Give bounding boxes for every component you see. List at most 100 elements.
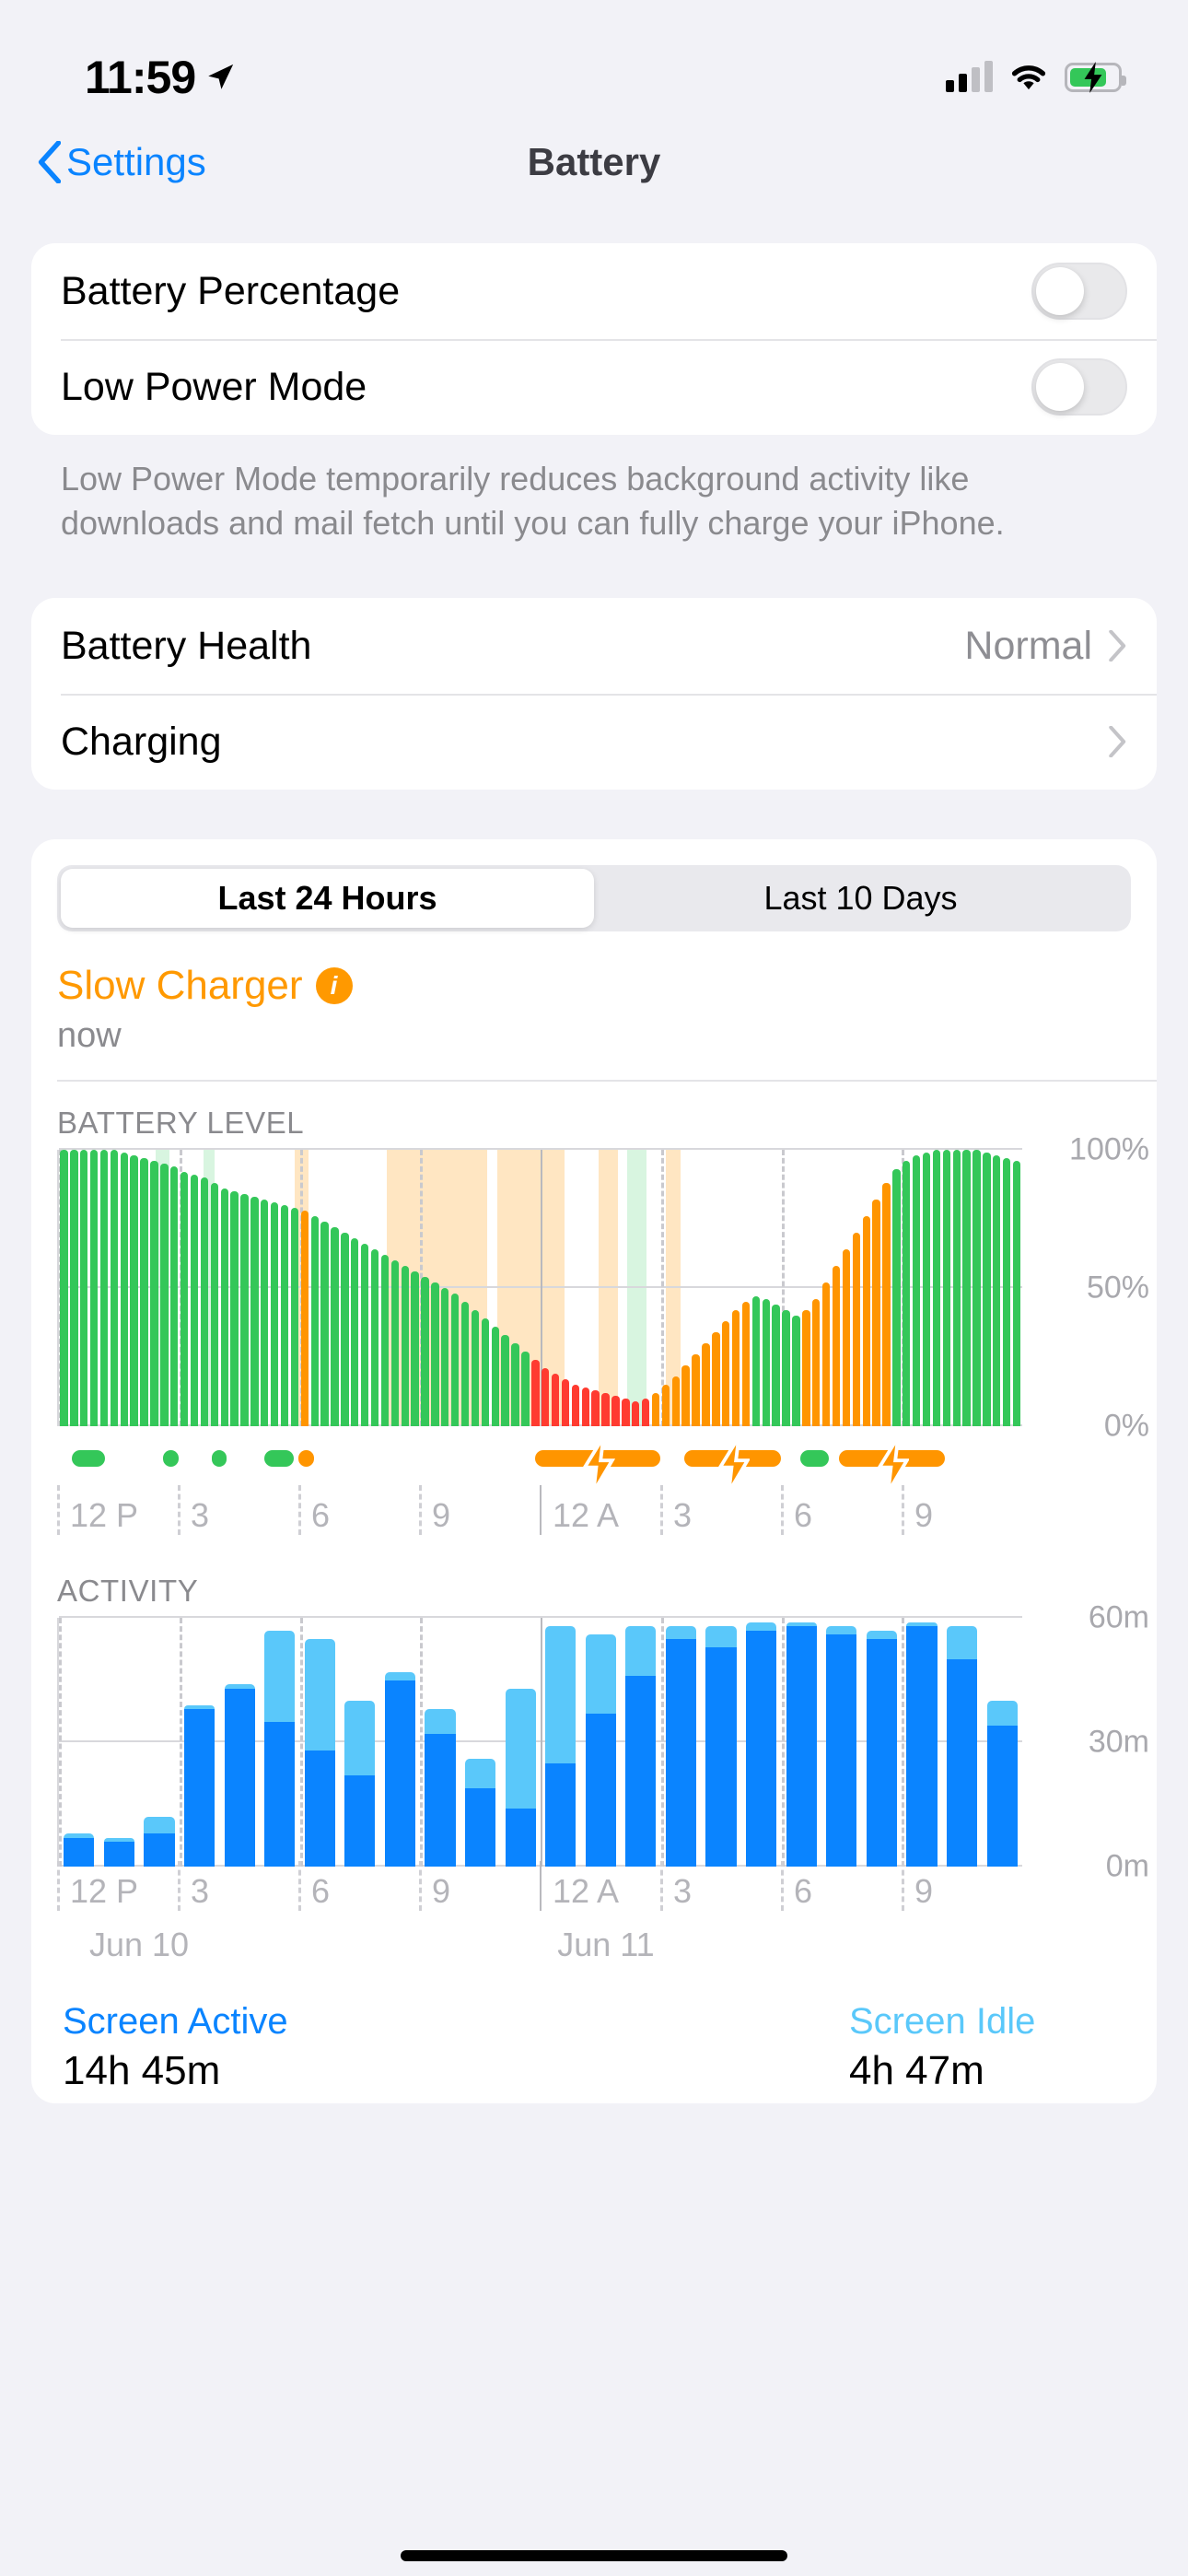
battery-usage-card: Last 24 Hours Last 10 Days Slow Charger … [31,839,1157,2104]
x-tick [298,1485,301,1536]
activity-bar [946,1618,978,1868]
bar [872,1200,880,1427]
bar [460,1302,470,1427]
home-indicator [401,2550,787,2561]
bar [912,1155,921,1427]
charger-status-label: Slow Charger [57,963,303,1009]
battery-health-value: Normal [964,623,1092,668]
legend-screen-idle: Screen Idle 4h 47m [849,2001,1125,2094]
bar [611,1396,620,1427]
bar [150,1161,158,1427]
screen-idle-segment [304,1638,335,1751]
bar [421,1277,429,1427]
day-label: Jun 10 [88,1926,190,1964]
bar [531,1360,540,1427]
bar [942,1150,951,1427]
x-tick-label: 3 [673,1496,693,1535]
activity-bar [906,1618,938,1868]
screen-active-segment [786,1626,817,1868]
bar [370,1249,379,1427]
bar [200,1177,209,1427]
bar [802,1310,810,1427]
battery-health-label: Battery Health [61,623,312,668]
bar [491,1327,499,1427]
screen-idle-segment [625,1626,657,1677]
screen-active-segment [906,1626,938,1868]
x-tick [781,1485,784,1536]
chevron-right-icon [1109,726,1126,758]
x-tick-label: 3 [673,1872,693,1911]
charging-label: Charging [61,719,222,764]
bar [380,1255,390,1427]
activity-bar [103,1618,134,1868]
status-bar: 11:59 [0,0,1188,118]
y-tick-label: 60m [1088,1599,1149,1635]
bar [170,1166,179,1427]
screen-active-value: 14h 45m [63,2048,221,2094]
bar [120,1153,128,1427]
row-low-power-mode[interactable]: Low Power Mode [31,339,1157,435]
low-power-mode-toggle[interactable] [1031,358,1127,416]
activity-bar [144,1618,175,1868]
screen-active-segment [585,1713,616,1868]
bar [390,1260,400,1427]
bar [471,1310,480,1427]
screen-idle-segment [144,1817,175,1834]
x-tick [419,1485,422,1536]
bar [671,1376,680,1427]
x-tick [178,1861,181,1912]
activity-bar [304,1618,335,1868]
info-circle-icon[interactable]: i [315,967,353,1005]
tab-last-24-hours[interactable]: Last 24 Hours [61,869,594,929]
activity-bar [866,1618,897,1868]
screen-idle-segment [946,1626,978,1660]
bar [561,1379,570,1427]
row-battery-percentage[interactable]: Battery Percentage [31,243,1157,339]
time-range-segmented-control[interactable]: Last 24 Hours Last 10 Days [57,865,1131,932]
bar [852,1233,860,1427]
navigation-bar: Settings Battery [0,118,1188,206]
bar [341,1233,349,1427]
charger-status-row: Slow Charger i [31,931,1157,1009]
cellular-signal-icon [946,61,993,92]
activity-bar [746,1618,777,1868]
back-button[interactable]: Settings [37,140,206,184]
battery-percentage-toggle[interactable] [1031,263,1127,320]
x-tick [902,1485,904,1536]
y-tick-label: 100% [1069,1131,1149,1167]
bar [542,1368,550,1427]
activity-bar [384,1618,415,1868]
bar [80,1150,88,1427]
bar [712,1332,720,1427]
bar [450,1294,460,1427]
row-charging[interactable]: Charging [31,694,1157,790]
activity-bar [545,1618,577,1868]
chevron-left-icon [38,141,61,183]
tab-last-10-days[interactable]: Last 10 Days [594,869,1127,928]
charger-timestamp: now [57,1016,122,1056]
x-tick-label: 12 A [553,1872,620,1911]
activity-chart: 60m 30m 0m [31,1600,1157,1884]
x-tick-label: 12 A [553,1496,620,1535]
activity-y-axis: 60m 30m 0m [1054,1600,1157,1884]
bar [441,1288,449,1427]
bar [300,1211,309,1427]
screen-idle-segment [425,1709,456,1735]
bar [331,1227,339,1427]
bar [481,1318,490,1427]
charging-markers-strip [57,1426,1022,1493]
screen-active-segment [144,1833,175,1868]
charge-marker [163,1450,180,1468]
screen-active-segment [946,1659,978,1868]
screen-idle-segment [746,1622,777,1631]
bar [651,1393,660,1427]
bar [692,1354,700,1427]
bar [130,1155,138,1427]
x-tick-label: 9 [914,1496,934,1535]
row-battery-health[interactable]: Battery Health Normal [31,598,1157,694]
location-arrow-icon [208,64,234,89]
bar [411,1271,419,1427]
bar [160,1164,169,1427]
bar [762,1299,770,1427]
activity-bar [705,1618,737,1868]
